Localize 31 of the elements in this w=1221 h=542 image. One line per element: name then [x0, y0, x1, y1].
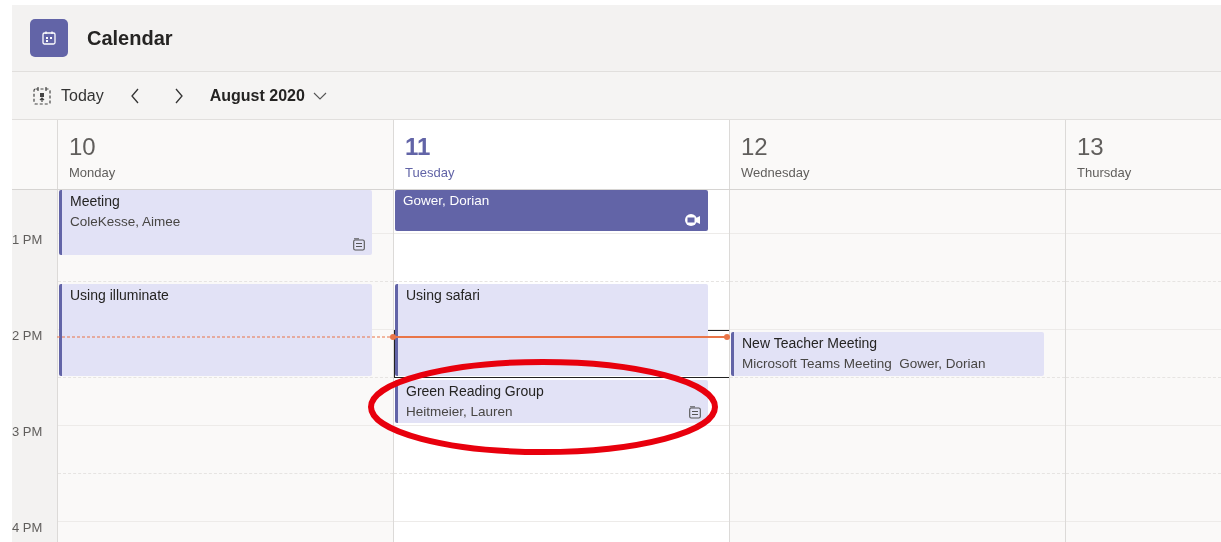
event-detail: Microsoft Teams Meeting Gower, Dorian [742, 356, 986, 371]
event-title: Using illuminate [70, 287, 169, 303]
calendar-event[interactable]: Green Reading Group Heitmeier, Lauren [395, 380, 708, 423]
video-camera-icon [685, 213, 701, 227]
event-title: New Teacher Meeting [742, 335, 878, 351]
today-button[interactable]: Today [32, 85, 104, 106]
chevron-down-icon [312, 91, 327, 100]
calendar-event[interactable]: Using illuminate [59, 284, 372, 376]
time-label: 1 PM [12, 233, 43, 247]
event-detail: Heitmeier, Lauren [406, 404, 513, 419]
time-label: 4 PM [12, 521, 43, 535]
notes-icon [689, 406, 701, 419]
calendar-event[interactable]: Using safari [395, 284, 708, 376]
day-header[interactable]: 12 Wednesday [729, 120, 1065, 189]
notes-icon [353, 238, 365, 251]
day-header[interactable]: 13 Thursday [1065, 120, 1221, 189]
event-title: Using safari [406, 287, 480, 303]
event-detail: ColeKesse, Aimee [70, 214, 181, 229]
event-detail: Gower, Dorian [403, 193, 490, 208]
month-picker[interactable]: August 2020 [209, 86, 327, 105]
time-label: 3 PM [12, 425, 43, 439]
event-title: Meeting [70, 193, 120, 209]
calendar-app-icon [30, 19, 68, 57]
event-title: Green Reading Group [406, 383, 544, 399]
calendar-event[interactable]: New Teacher Meeting Microsoft Teams Meeting Gower, Dorian [731, 332, 1044, 376]
app-title: Calendar [87, 26, 173, 50]
calendar-event[interactable]: Gower, Dorian [395, 190, 708, 231]
day-header[interactable]: 11 Tuesday [393, 120, 729, 189]
calendar-today-icon [32, 85, 52, 106]
time-label: 2 PM [12, 329, 43, 343]
calendar-event[interactable]: Meeting ColeKesse, Aimee [59, 190, 372, 255]
